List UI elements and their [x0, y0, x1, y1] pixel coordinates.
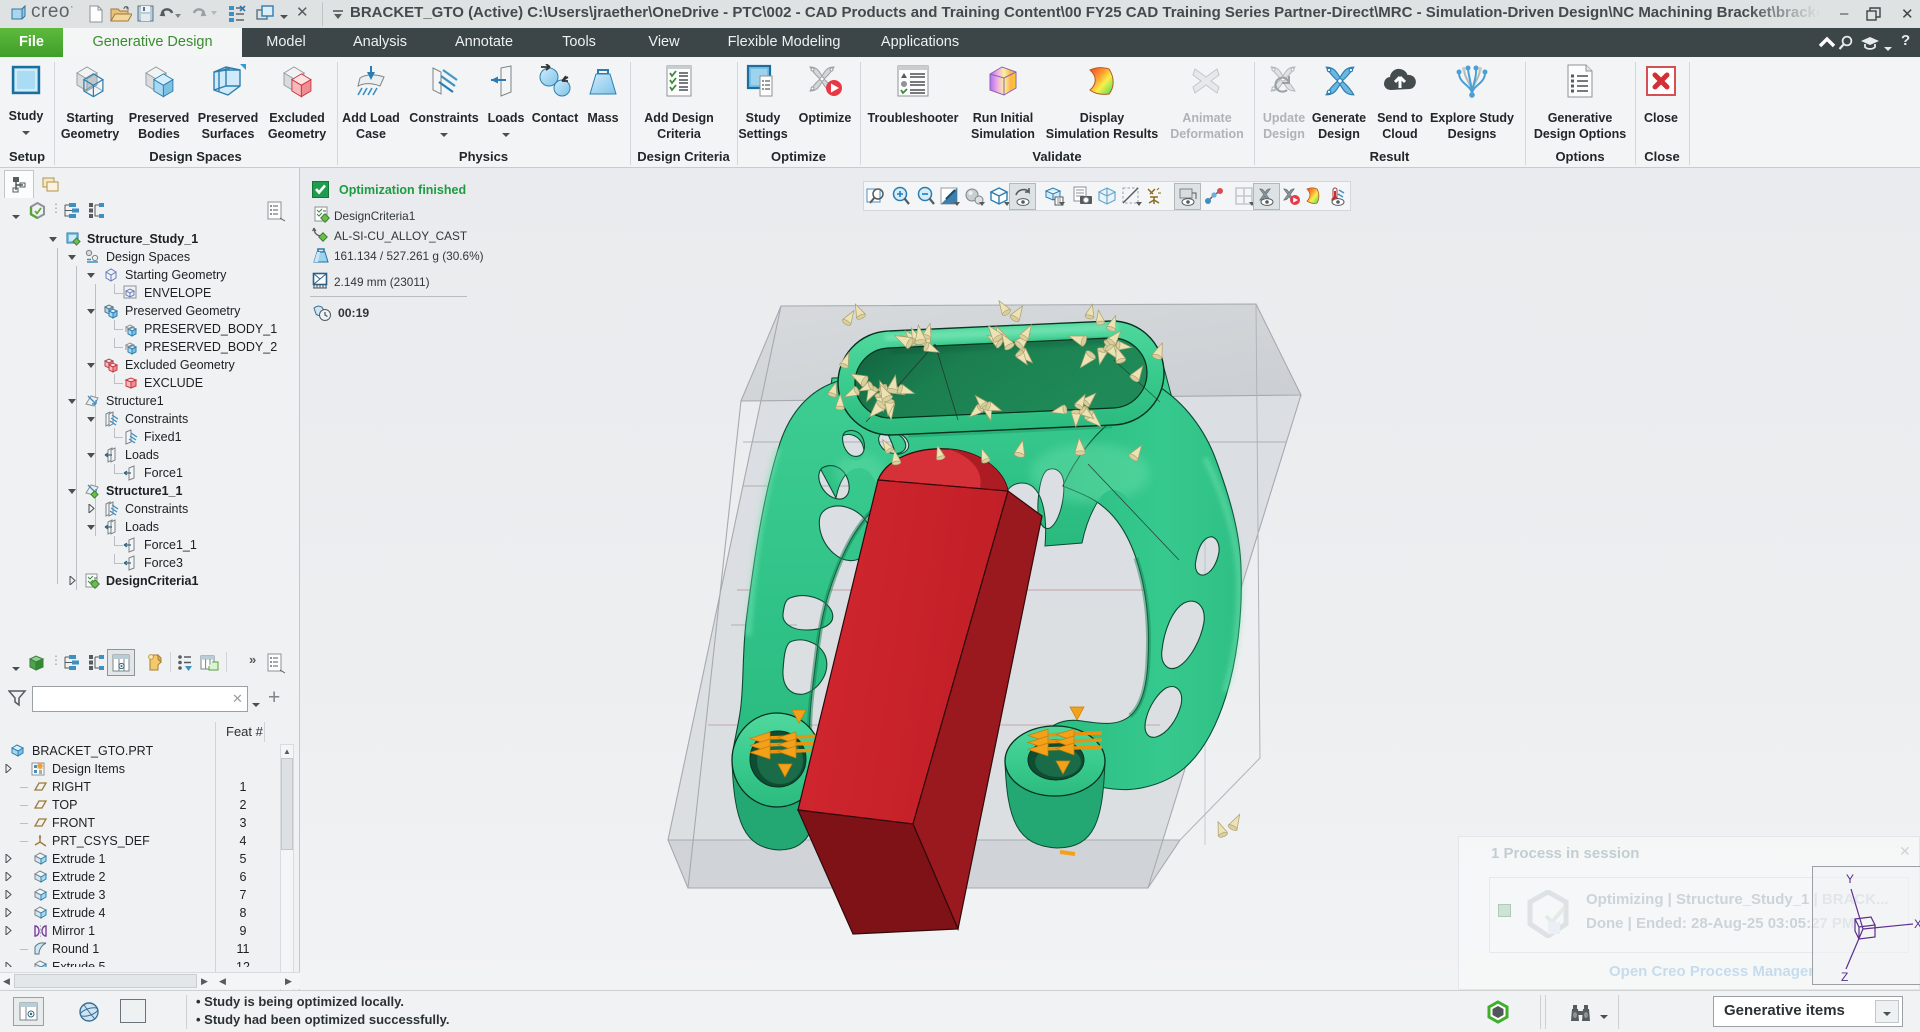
svg-text:Y: Y — [1846, 872, 1854, 886]
svg-text:X: X — [1914, 917, 1920, 931]
svg-text:Z: Z — [1841, 970, 1848, 984]
